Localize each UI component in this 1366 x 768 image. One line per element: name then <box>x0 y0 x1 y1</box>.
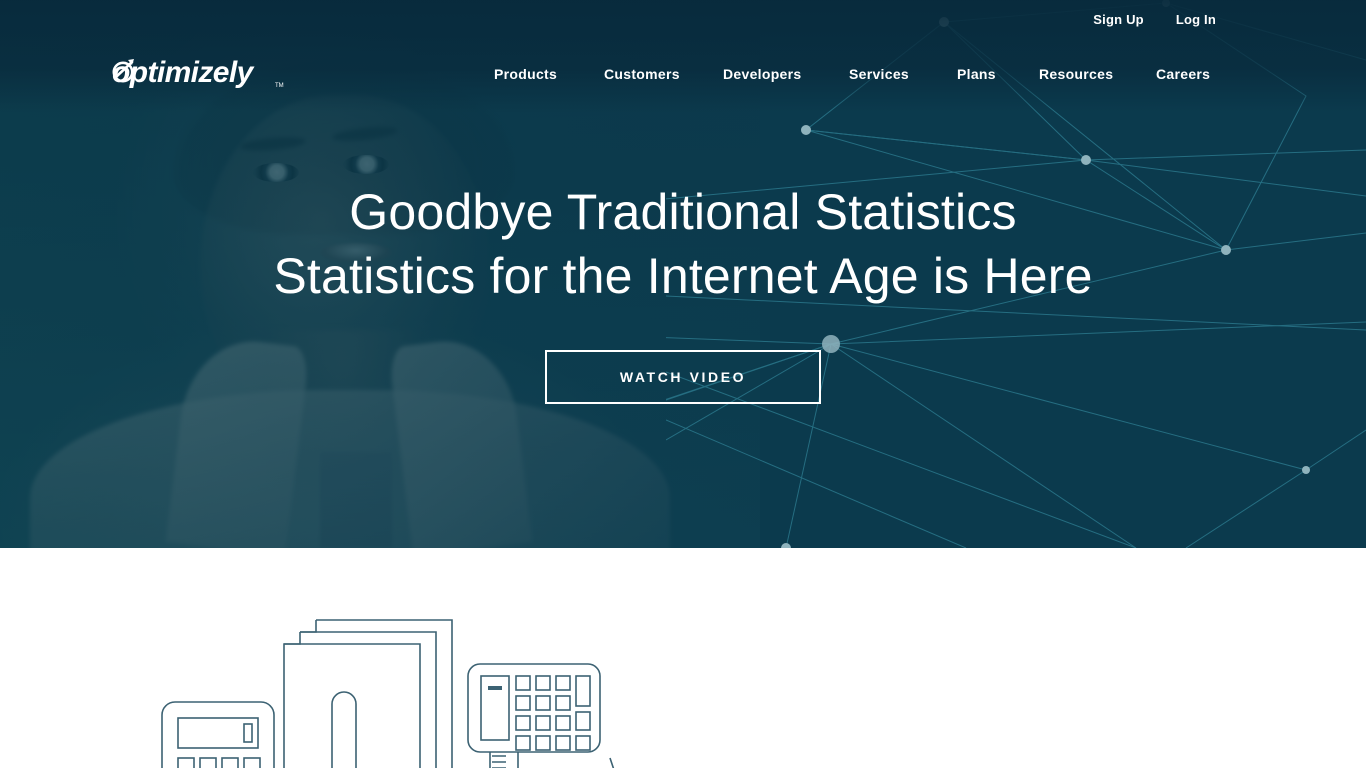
watch-video-button[interactable]: WATCH VIDEO <box>545 350 821 404</box>
page-root: Goodbye Traditional Statistics Statistic… <box>0 0 1366 768</box>
hero-headline-line-1: Goodbye Traditional Statistics <box>349 184 1017 240</box>
site-header: Sign Up Log In optimizely TM Products Cu… <box>0 0 1366 110</box>
office-tools-illustration <box>161 619 615 768</box>
calculator-illustration <box>161 701 275 768</box>
stacked-documents-illustration <box>283 619 453 768</box>
nav-item-resources[interactable]: Resources <box>1039 66 1113 82</box>
desk-phone-illustration <box>467 663 615 768</box>
nav-item-plans[interactable]: Plans <box>957 66 996 82</box>
nav-item-products[interactable]: Products <box>494 66 557 82</box>
nav-item-careers[interactable]: Careers <box>1156 66 1210 82</box>
hero-headline: Goodbye Traditional Statistics Statistic… <box>0 180 1366 308</box>
features-illustration-section <box>0 548 1366 768</box>
hero-headline-line-2: Statistics for the Internet Age is Here <box>273 248 1093 304</box>
logo-trademark: TM <box>275 83 284 89</box>
log-in-link[interactable]: Log In <box>1176 12 1216 27</box>
nav-item-developers[interactable]: Developers <box>723 66 801 82</box>
optimizely-logo[interactable]: optimizely TM <box>112 52 288 92</box>
nav-item-services[interactable]: Services <box>849 66 909 82</box>
sign-up-link[interactable]: Sign Up <box>1093 12 1144 27</box>
nav-item-customers[interactable]: Customers <box>604 66 680 82</box>
utility-nav: Sign Up Log In <box>1093 12 1216 27</box>
